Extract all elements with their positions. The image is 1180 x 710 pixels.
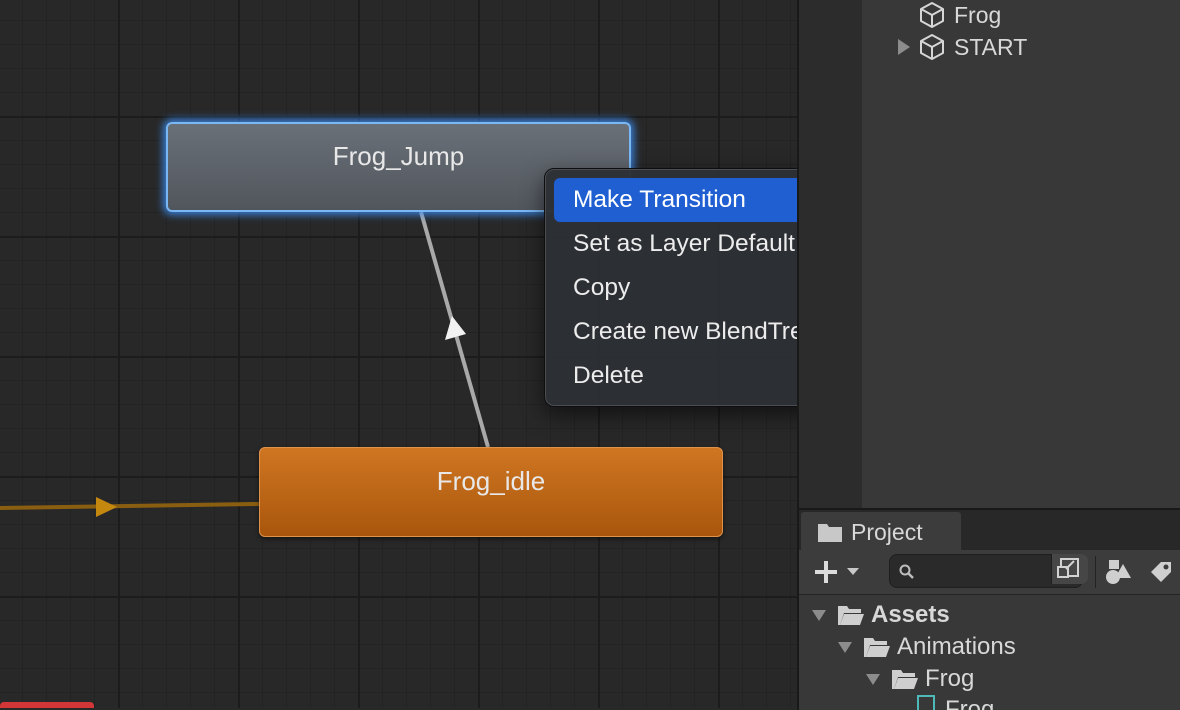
open-folder-icon <box>864 638 890 657</box>
tree-item-assets[interactable]: Assets <box>811 599 950 631</box>
exit-node-partial[interactable] <box>0 702 94 708</box>
project-toolbar <box>799 550 1180 595</box>
tree-item-frog-asset[interactable]: Frog <box>915 692 994 710</box>
collapse-arrow-icon[interactable] <box>811 608 827 622</box>
state-node-frog-idle[interactable]: Frog_idle <box>259 447 723 537</box>
search-popout-button[interactable] <box>1051 554 1088 584</box>
hierarchy-item-frog[interactable]: Frog <box>918 0 1001 31</box>
hierarchy-panel: Frog START <box>862 0 1180 508</box>
entry-transition-line[interactable] <box>0 502 260 510</box>
expand-arrow-icon[interactable] <box>896 37 912 57</box>
filter-by-label-icon[interactable] <box>1145 556 1179 588</box>
project-panel: Project Assets Animations Frog Frog <box>797 508 1180 710</box>
collapse-arrow-icon[interactable] <box>865 672 881 686</box>
toolbar-separator <box>1095 556 1096 588</box>
search-icon <box>899 564 914 579</box>
create-add-button[interactable] <box>811 556 867 588</box>
open-folder-icon <box>892 670 918 689</box>
tree-item-label: Frog <box>925 665 975 692</box>
state-node-label: Frog_Jump <box>332 140 465 171</box>
tree-item-label: Animations <box>897 633 1016 660</box>
folder-icon <box>818 524 842 542</box>
filter-by-type-icon[interactable] <box>1101 556 1135 588</box>
state-node-label: Frog_idle <box>436 465 546 496</box>
project-tab-bar: Project <box>799 510 1180 552</box>
hierarchy-item-start[interactable]: START <box>896 31 1027 63</box>
open-folder-icon <box>838 606 864 625</box>
hierarchy-item-label: START <box>954 33 1028 60</box>
tree-item-label: Assets <box>871 601 950 628</box>
tree-item-animations[interactable]: Animations <box>837 631 1016 663</box>
panel-divider[interactable] <box>797 0 864 508</box>
transition-idle-to-jump-arrow <box>445 316 466 340</box>
hierarchy-item-label: Frog <box>954 1 1002 28</box>
tree-item-frog-folder[interactable]: Frog <box>865 663 974 695</box>
tab-project[interactable]: Project <box>801 512 961 552</box>
gameobject-cube-icon <box>920 2 944 28</box>
gameobject-cube-icon <box>920 34 944 60</box>
entry-transition-arrow <box>96 497 117 517</box>
tab-label: Project <box>851 518 923 545</box>
search-input[interactable] <box>922 559 1046 585</box>
collapse-arrow-icon[interactable] <box>837 640 853 654</box>
